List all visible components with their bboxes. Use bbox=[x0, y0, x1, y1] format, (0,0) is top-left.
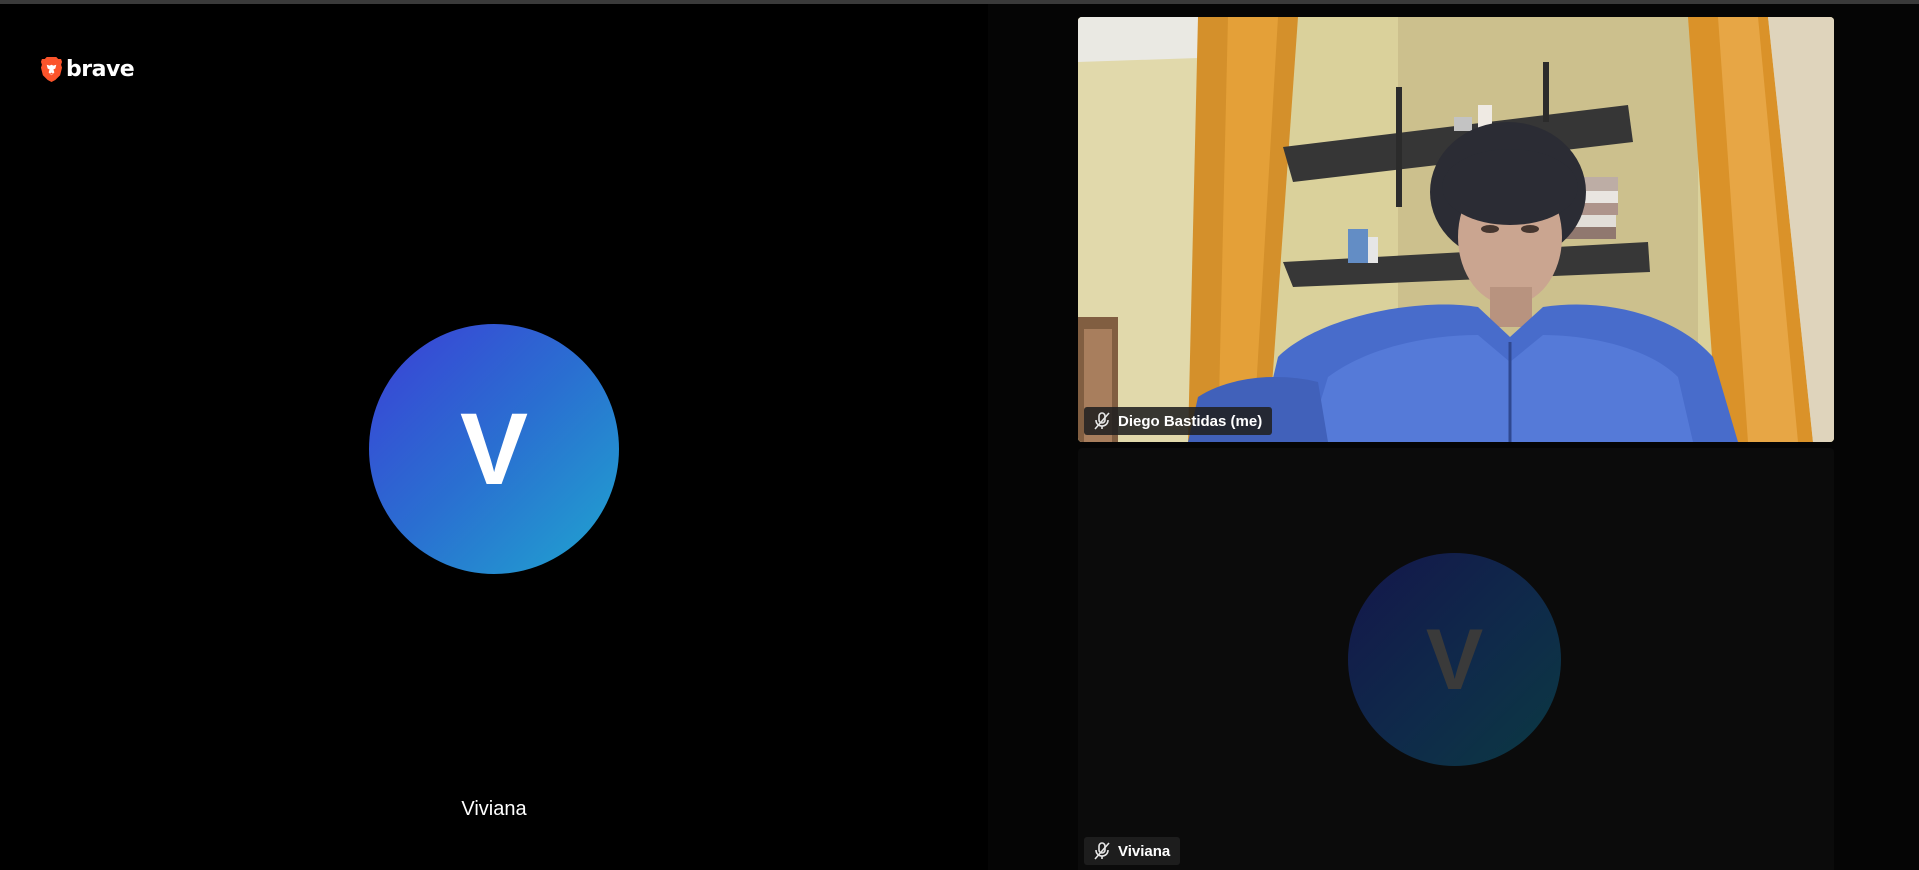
brave-lion-icon bbox=[40, 57, 63, 82]
mic-muted-icon bbox=[1094, 412, 1110, 430]
participant-name-pill: Viviana bbox=[1084, 837, 1181, 865]
meeting-window: brave V Viviana Diego Bastidas (me) V Vi… bbox=[0, 0, 1919, 870]
participant-avatar: V bbox=[1348, 553, 1561, 766]
camera-feed-image bbox=[1078, 17, 1834, 442]
brand-logo-group: brave bbox=[40, 56, 135, 83]
mic-muted-icon bbox=[1094, 842, 1110, 860]
participant-name-pill: Diego Bastidas (me) bbox=[1084, 407, 1273, 435]
main-avatar-initial: V bbox=[459, 392, 529, 506]
participant-tile-self[interactable]: Diego Bastidas (me) bbox=[1078, 17, 1834, 442]
participant-tile-viviana[interactable]: V Viviana bbox=[1078, 448, 1834, 870]
brand-name: brave bbox=[66, 57, 135, 82]
participant-avatar-initial: V bbox=[1425, 611, 1484, 708]
main-avatar: V bbox=[369, 324, 619, 574]
main-stage[interactable]: brave V Viviana bbox=[0, 4, 988, 870]
participant-name-label: Diego Bastidas (me) bbox=[1118, 412, 1263, 430]
participant-name-label: Viviana bbox=[1118, 842, 1171, 860]
main-participant-name: Viviana bbox=[461, 798, 527, 820]
